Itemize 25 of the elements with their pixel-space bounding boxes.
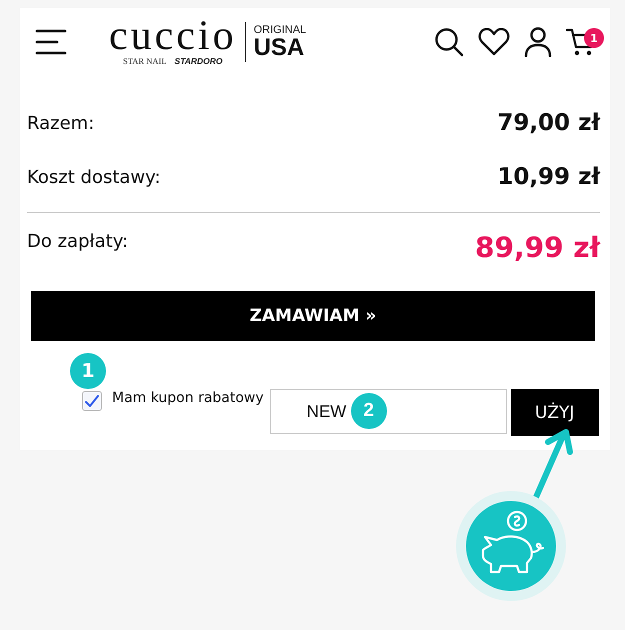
brand-logo: cuccio [109, 18, 237, 54]
coupon-checkbox[interactable] [82, 391, 102, 411]
menu-icon[interactable] [35, 28, 67, 56]
step-badge: 2 [350, 393, 387, 429]
heart-icon[interactable] [478, 28, 510, 56]
step-badge: 1 [70, 353, 106, 389]
user-icon[interactable] [524, 27, 552, 57]
check-icon [85, 395, 99, 407]
logo-tagline: ORIGINAL [254, 24, 306, 36]
logo-tagline: USA [254, 36, 306, 60]
total-amount: 89,99 zł [474, 231, 600, 264]
sub-brand: STAR NAIL [123, 56, 167, 66]
summary-label: Do zapłaty: [27, 231, 128, 252]
coupon-code-field[interactable]: NEW 2 [270, 389, 507, 434]
search-icon[interactable] [434, 27, 464, 57]
piggy-bank-icon [455, 490, 567, 602]
cart-count-badge: 1 [584, 28, 604, 48]
summary-label: Koszt dostawy: [27, 166, 161, 188]
summary-amount: 10,99 zł [497, 164, 600, 190]
coupon-label: Mam kupon rabatowy [112, 390, 264, 406]
sub-brand: STARDORO [174, 56, 223, 66]
summary-amount: 79,00 zł [497, 110, 600, 136]
summary-label: Razem: [27, 112, 94, 134]
order-button[interactable]: ZAMAWIAM » [31, 291, 595, 341]
apply-coupon-button[interactable]: UŻYJ [510, 389, 599, 436]
